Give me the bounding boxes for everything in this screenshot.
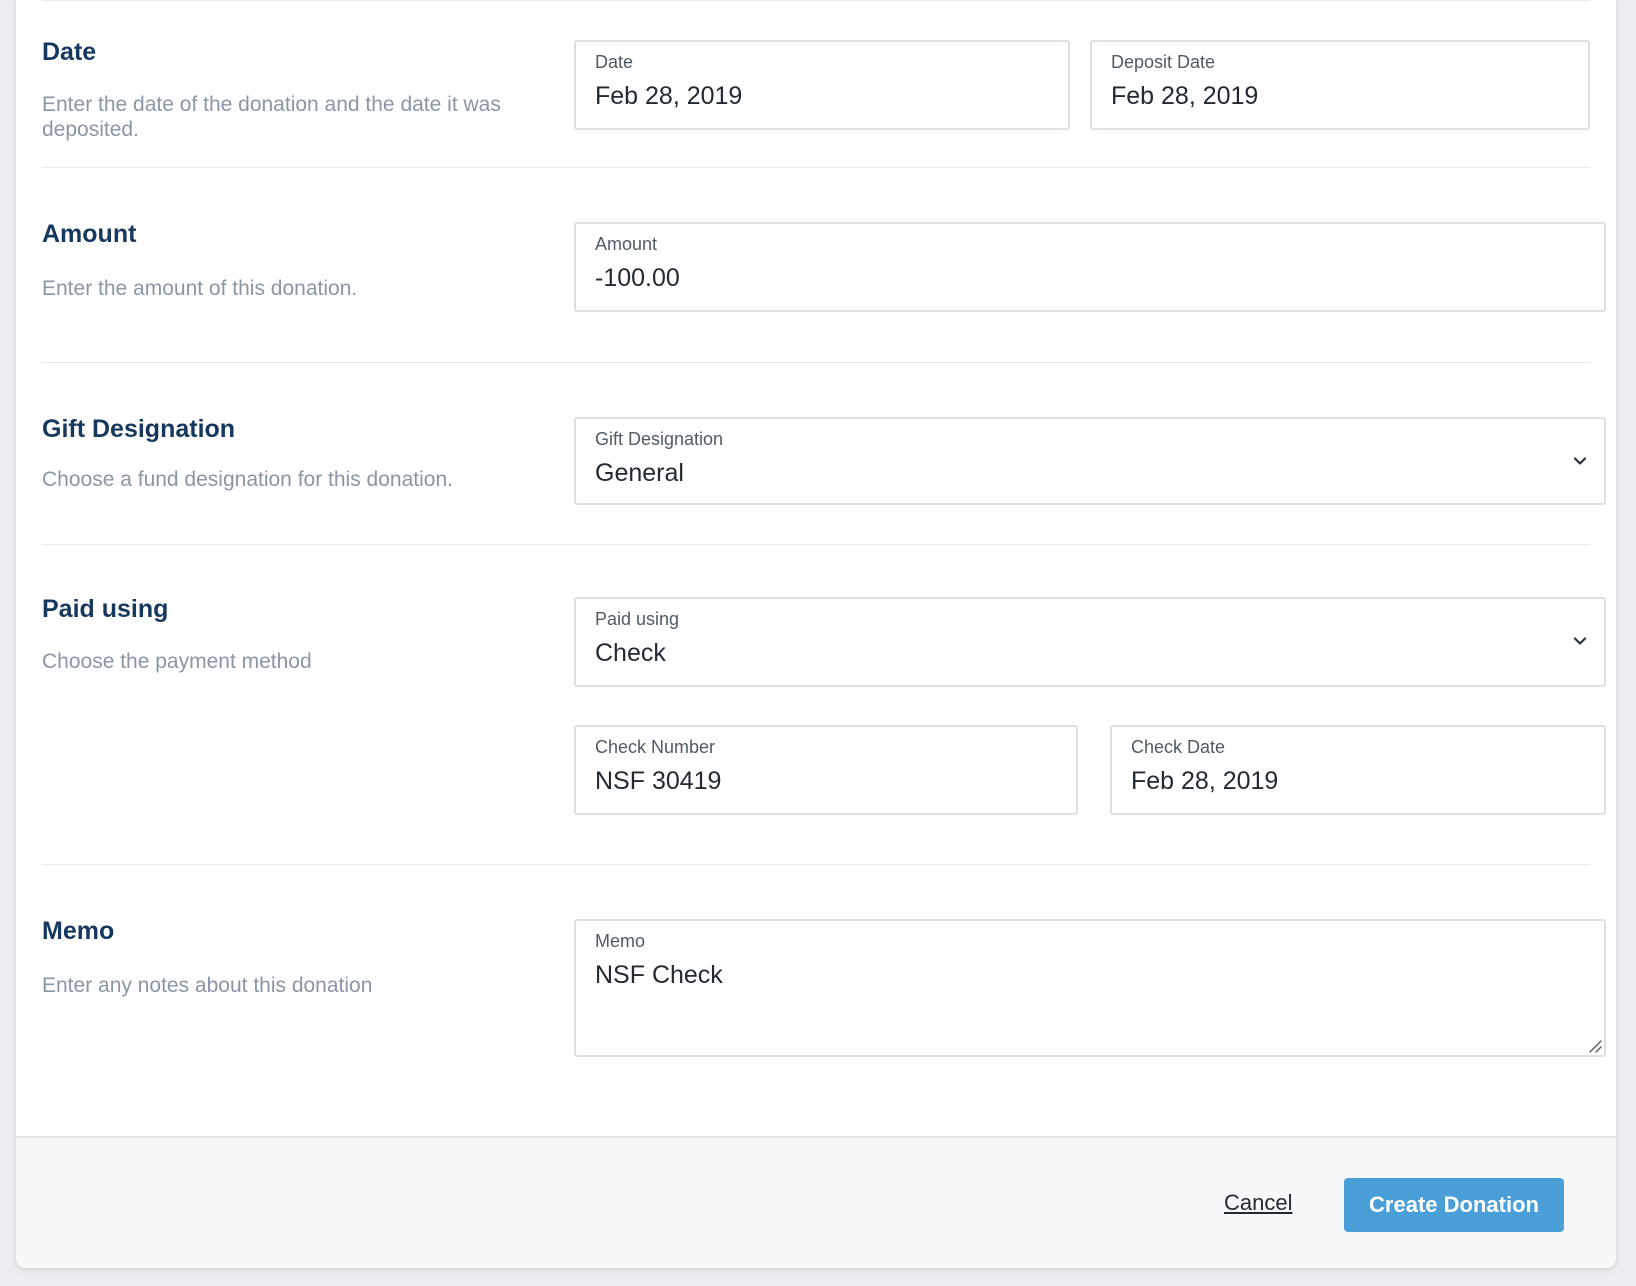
section-description-date: Enter the date of the donation and the d…: [42, 93, 501, 141]
section-description-gift-designation: Choose a fund designation for this donat…: [42, 468, 453, 491]
paid-using-select[interactable]: Paid using Check: [574, 597, 1606, 687]
chevron-down-icon: [1573, 637, 1587, 645]
gift-designation-select-value: General: [595, 459, 684, 487]
amount-field-label: Amount: [595, 234, 658, 254]
section-title-amount: Amount: [42, 220, 137, 248]
deposit-date-field-value: Feb 28, 2019: [1111, 82, 1259, 110]
cancel-link[interactable]: Cancel: [1224, 1190, 1292, 1216]
resize-handle-icon[interactable]: [1586, 1037, 1602, 1053]
section-title-gift-designation: Gift Designation: [42, 415, 236, 443]
section-description-memo: Enter any notes about this donation: [42, 974, 373, 997]
amount-field-value: -100.00: [595, 264, 680, 292]
paid-using-select-label: Paid using: [595, 609, 680, 629]
memo-textarea-label: Memo: [595, 931, 646, 951]
check-number-field[interactable]: Check Number NSF 30419: [574, 725, 1078, 815]
section-description-paid-using: Choose the payment method: [42, 650, 312, 673]
date-field[interactable]: Date Feb 28, 2019: [574, 40, 1070, 130]
create-donation-button[interactable]: Create Donation: [1344, 1178, 1564, 1232]
check-date-field[interactable]: Check Date Feb 28, 2019: [1110, 725, 1606, 815]
gift-designation-select-label: Gift Designation: [595, 429, 724, 449]
amount-field[interactable]: Amount -100.00: [574, 222, 1606, 312]
check-date-field-value: Feb 28, 2019: [1131, 767, 1279, 795]
chevron-down-icon: [1573, 457, 1587, 465]
check-date-field-label: Check Date: [1131, 737, 1226, 757]
paid-using-select-value: Check: [595, 639, 666, 667]
check-number-field-value: NSF 30419: [595, 767, 722, 795]
section-title-memo: Memo: [42, 917, 115, 945]
deposit-date-field-label: Deposit Date: [1111, 52, 1216, 72]
date-field-value: Feb 28, 2019: [595, 82, 743, 110]
check-number-field-label: Check Number: [595, 737, 716, 757]
section-description-amount: Enter the amount of this donation.: [42, 277, 358, 300]
section-memo: Memo Enter any notes about this donation…: [42, 865, 1606, 1135]
memo-textarea-value: NSF Check: [595, 961, 723, 989]
deposit-date-field[interactable]: Deposit Date Feb 28, 2019: [1090, 40, 1590, 130]
section-gift-designation: Gift Designation Choose a fund designati…: [42, 363, 1606, 545]
section-date: Date Enter the date of the donation and …: [42, 0, 1590, 168]
form-footer: Cancel Create Donation: [16, 1136, 1616, 1268]
donation-form-card: Date Enter the date of the donation and …: [16, 0, 1616, 1268]
date-field-label: Date: [595, 52, 634, 72]
gift-designation-select[interactable]: Gift Designation General: [574, 417, 1606, 505]
section-paid-using: Paid using Choose the payment method Pai…: [42, 545, 1606, 865]
section-title-paid-using: Paid using: [42, 595, 169, 623]
section-title-date: Date: [42, 38, 97, 66]
section-amount: Amount Enter the amount of this donation…: [42, 168, 1606, 363]
memo-textarea[interactable]: Memo NSF Check: [574, 919, 1606, 1057]
